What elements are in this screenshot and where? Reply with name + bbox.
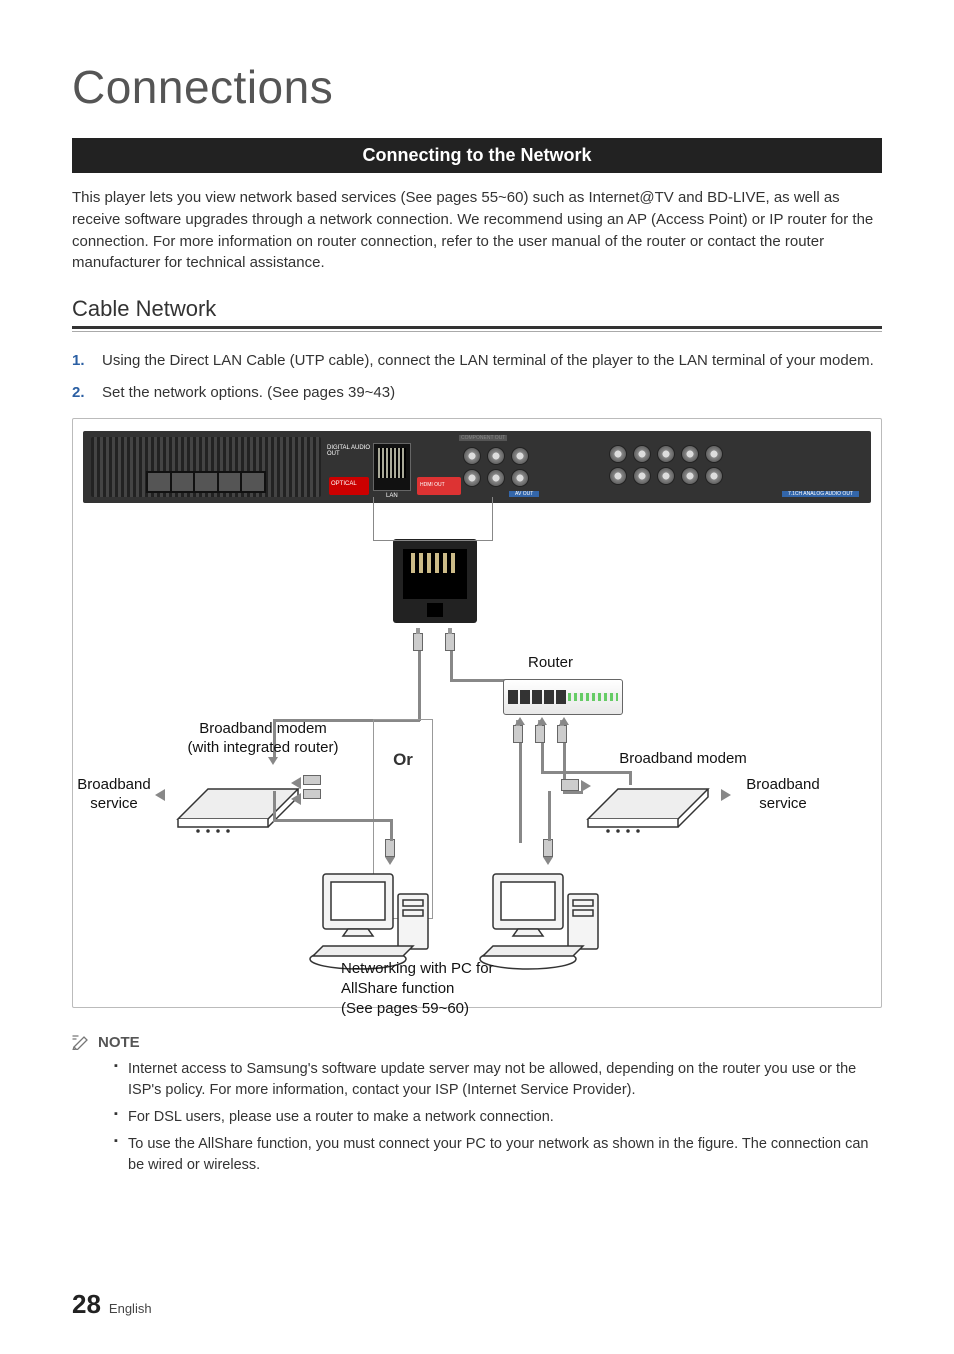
- lan-port: [373, 443, 411, 491]
- rj45-plug-icon: [535, 725, 545, 743]
- pc-right-icon: [473, 864, 623, 984]
- rj45-plug-icon: [445, 633, 455, 651]
- av-out-label: AV OUT: [509, 491, 539, 497]
- note-item: To use the AllShare function, you must c…: [114, 1134, 882, 1176]
- cable-network-heading: Cable Network: [72, 296, 882, 322]
- analog-audio-out-label: 7.1CH ANALOG AUDIO OUT: [782, 491, 859, 497]
- page-title: Connections: [72, 60, 882, 114]
- rj45-plug-icon: [557, 725, 567, 743]
- arrow-down-icon: [268, 757, 278, 765]
- note-item: For DSL users, please use a router to ma…: [114, 1107, 882, 1128]
- step-text: Using the Direct LAN Cable (UTP cable), …: [102, 350, 874, 372]
- lan-jack-closeup: [393, 539, 477, 623]
- right-modem-label: Broadband modem: [583, 749, 783, 769]
- steps-list: 1. Using the Direct LAN Cable (UTP cable…: [72, 350, 882, 404]
- cable-line: [273, 791, 276, 821]
- digital-audio-out-label: DIGITAL AUDIO OUT: [327, 445, 371, 457]
- optical-port: [329, 477, 369, 495]
- intro-paragraph: This player lets you view network based …: [72, 187, 882, 274]
- divider-thin: [72, 331, 882, 332]
- left-modem-label: Broadband modem (with integrated router): [173, 719, 353, 758]
- component-out-label: COMPONENT OUT: [459, 435, 507, 441]
- callout-lines: [373, 497, 493, 541]
- step-1: 1. Using the Direct LAN Cable (UTP cable…: [72, 350, 882, 372]
- step-text: Set the network options. (See pages 39~4…: [102, 382, 395, 404]
- modem-right-icon: [578, 769, 718, 839]
- modem-port-icons: [303, 775, 327, 803]
- broadband-service-right-label: Broadband service: [733, 775, 833, 814]
- cable-line: [418, 651, 421, 721]
- cable-line: [390, 819, 393, 841]
- rj45-plug-icon: [413, 633, 423, 651]
- arrow-left-icon: [155, 789, 165, 801]
- note-item: Internet access to Samsung's software up…: [114, 1059, 882, 1101]
- rj45-plug-icon: [543, 839, 553, 857]
- panel-ports-mid: DIGITAL AUDIO OUT: [325, 437, 455, 497]
- router-icon: [503, 679, 623, 715]
- section-heading-bar: Connecting to the Network: [72, 138, 882, 173]
- arrow-right-icon: [721, 789, 731, 801]
- language-label: English: [109, 1301, 152, 1316]
- rj45-plug-icon: [385, 839, 395, 857]
- cable-line: [450, 651, 453, 681]
- step-number: 2.: [72, 382, 90, 404]
- step-2: 2. Set the network options. (See pages 3…: [72, 382, 882, 404]
- note-pencil-icon: [72, 1034, 90, 1050]
- rj45-plug-icon: [513, 725, 523, 743]
- player-back-panel: DIGITAL AUDIO OUT COMPONENT OUT AV OUT 7…: [83, 431, 871, 503]
- vent-grille: [91, 437, 321, 497]
- note-heading-text: NOTE: [98, 1034, 140, 1051]
- broadband-service-left-label: Broadband service: [69, 775, 159, 814]
- page-footer: 28 English: [72, 1289, 152, 1320]
- arrow-right-icon: [581, 780, 591, 792]
- arrow-up-icon: [515, 717, 525, 725]
- modem-port-icon: [561, 779, 579, 791]
- step-number: 1.: [72, 350, 90, 372]
- cable-line: [548, 791, 551, 841]
- router-label: Router: [528, 653, 573, 673]
- diagram-caption: Networking with PC for AllShare function…: [341, 959, 494, 1020]
- arrow-up-icon: [537, 717, 547, 725]
- or-label: Or: [393, 750, 413, 770]
- note-heading: NOTE: [72, 1034, 882, 1051]
- modem-left-icon: [168, 769, 308, 839]
- panel-ports-right: COMPONENT OUT AV OUT 7.1CH ANALOG AUDIO …: [459, 437, 863, 497]
- divider-thick: [72, 326, 882, 329]
- arrow-left-icon: [291, 793, 301, 805]
- arrow-up-icon: [559, 717, 569, 725]
- notes-list: Internet access to Samsung's software up…: [72, 1059, 882, 1176]
- network-diagram: DIGITAL AUDIO OUT COMPONENT OUT AV OUT 7…: [72, 418, 882, 1008]
- cable-line: [541, 743, 544, 773]
- hdmi-out-port: [417, 477, 461, 495]
- cable-line: [519, 743, 522, 843]
- arrow-left-icon: [291, 777, 301, 789]
- page-number: 28: [72, 1289, 101, 1320]
- cable-line: [273, 819, 391, 822]
